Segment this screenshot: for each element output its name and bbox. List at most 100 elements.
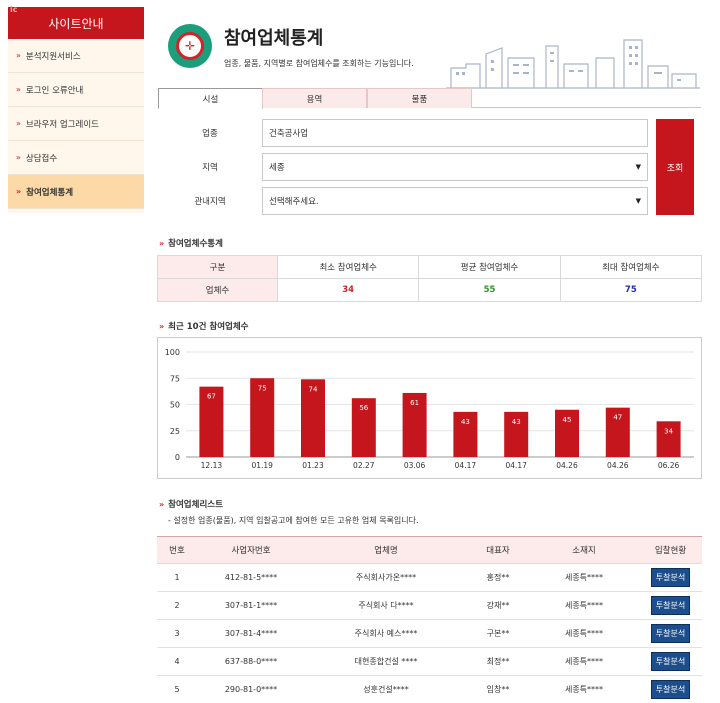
stats-avg-value: 55 [418,278,561,302]
bid-analysis-button[interactable]: 투찰분석 [650,596,691,615]
cell-no: 2 [157,591,197,620]
sidebar-item-browser-upgrade[interactable]: » 브라우저 업그레이드 [8,107,144,141]
bar-data-label: 74 [309,385,318,393]
industry-label: 업종 [202,129,218,139]
cell-no: 5 [157,675,197,703]
bullet-icon: » [16,85,21,94]
stats-header-avg: 평균 참여업체수 [418,255,561,279]
bullet-icon: » [16,187,22,196]
bar-data-label: 56 [359,404,368,412]
tab-goods[interactable]: 물품 [367,88,472,108]
sidebar-title: 사이트안내 [48,16,104,31]
cell-location: 세종특**** [529,647,639,676]
sidebar-item-label: 브라우저 업그레이드 [25,119,99,130]
stats-table: 구분 최소 참여업체수 평균 참여업체수 최대 참여업체수 업체수 34 55 … [157,255,703,302]
y-tick-label: 0 [175,453,180,462]
stats-header-category: 구분 [157,255,278,279]
cell-company: 주식회사 예스**** [305,619,467,648]
y-tick-label: 75 [170,374,180,383]
col-header-ceo: 대표자 [467,536,529,564]
cell-action: 투찰분석 [639,647,702,676]
stats-header-max: 최대 참여업체수 [559,255,703,279]
x-tick-label: 01.23 [302,461,324,470]
col-header-location: 소재지 [529,536,639,564]
bar-data-label: 43 [512,418,521,426]
chart-container: 0 25 50 75 100 67 12.13 75 01.19 74 01.23 56 02.27 61… [157,337,702,479]
industry-value: 건축공사업 [269,129,309,139]
stats-min-value: 34 [276,278,420,302]
bar-data-label: 67 [207,393,216,401]
bar-data-label: 34 [664,427,673,435]
bar-data-label: 47 [613,414,622,422]
page-title: 참여업체통계 [224,28,324,49]
bid-analysis-button[interactable]: 투찰분석 [650,568,691,587]
tab-facility[interactable]: 시설 [158,88,263,109]
category-tabs: 시설 용역 물품 [158,88,701,109]
y-tick-label: 25 [170,427,180,436]
stats-title-text: 참여업체수통계 [168,239,223,249]
page-description: 업종, 물품, 지역별로 참여업체수를 조회하는 기능입니다. [224,59,414,68]
industry-input[interactable]: 건축공사업 [262,119,648,147]
cell-bizno: 412-81-5**** [197,563,305,592]
section-arrow-icon: » [159,238,165,248]
cell-action: 투찰분석 [639,675,702,703]
region-label: 지역 [202,163,218,173]
chart-title-text: 최근 10건 참여업체수 [168,322,249,332]
bid-analysis-button[interactable]: 투찰분석 [650,624,691,643]
sidebar-item-analysis-service[interactable]: » 분석지원서비스 [8,39,144,73]
y-tick-label: 50 [170,401,180,410]
subregion-value: 선택해주세요. [269,197,319,207]
bid-analysis-button[interactable]: 투찰분석 [650,652,691,671]
cell-action: 투찰분석 [639,591,702,620]
table-row: 5 290-81-0**** 성훈건설**** 임창** 세종특**** 투찰분… [157,675,702,703]
stats-section-title: » 참여업체수통계 [159,237,223,250]
col-header-bid-status: 입찰현황 [639,536,702,564]
cell-no: 1 [157,563,197,592]
search-button[interactable]: 조회 [656,119,694,215]
stats-row-label: 업체수 [157,278,278,302]
bid-analysis-button[interactable]: 투찰분석 [650,680,691,699]
region-value: 세종 [269,163,285,173]
table-row: 4 637-88-0**** 대현종합건설 **** 최정** 세종특**** … [157,647,702,676]
cell-bizno: 637-88-0**** [197,647,305,676]
cell-no: 4 [157,647,197,676]
y-tick-label: 100 [165,348,180,357]
bar-data-label: 43 [461,418,470,426]
x-tick-label: 12.13 [201,461,223,470]
dropdown-arrow-icon: ▼ [635,197,641,205]
sidebar-item-consultation[interactable]: » 상담접수 [8,141,144,175]
x-tick-label: 04.26 [556,461,578,470]
stats-header-min: 최소 참여업체수 [276,255,420,279]
sidebar-item-participation-stats[interactable]: » 참여업체통계 [8,175,144,209]
cell-location: 세종특**** [529,619,639,648]
region-select[interactable]: 세종 ▼ [262,153,648,181]
list-title-text: 참여업체리스트 [168,500,223,510]
bar-data-label: 75 [258,384,267,392]
list-section-title: » 참여업체리스트 [159,498,223,511]
tab-service[interactable]: 용역 [262,88,367,108]
x-tick-label: 03.06 [404,461,426,470]
sidebar-item-label: 상담접수 [25,153,58,164]
cell-ceo: 강재** [467,591,529,620]
sidebar-item-login-error[interactable]: » 로그인 오류안내 [8,73,144,107]
table-row: 2 307-81-1**** 주식회사 다**** 강재** 세종특**** 투… [157,591,702,620]
table-row: 1 412-81-5**** 주식회사가온**** 홍정** 세종특**** 투… [157,563,702,592]
sidebar-item-label: 분석지원서비스 [25,51,81,62]
cell-action: 투찰분석 [639,563,702,592]
bullet-icon: » [16,153,21,162]
section-arrow-icon: » [159,499,165,509]
cell-no: 3 [157,619,197,648]
cell-ceo: 구본** [467,619,529,648]
sidebar-item-label: 참여업체통계 [26,187,74,198]
cell-company: 성훈건설**** [305,675,467,703]
sidebar-header: ic 사이트안내 [8,5,144,39]
x-tick-label: 02.27 [353,461,375,470]
bar-data-label: 61 [410,399,419,407]
sidebar-item-label: 로그인 오류안내 [25,85,84,96]
brand-logo: ic [10,5,18,14]
dropdown-arrow-icon: ▼ [635,163,641,171]
subregion-select[interactable]: 선택해주세요. ▼ [262,187,648,215]
x-tick-label: 06.26 [658,461,680,470]
section-arrow-icon: » [159,321,165,331]
bullet-icon: » [16,119,21,128]
